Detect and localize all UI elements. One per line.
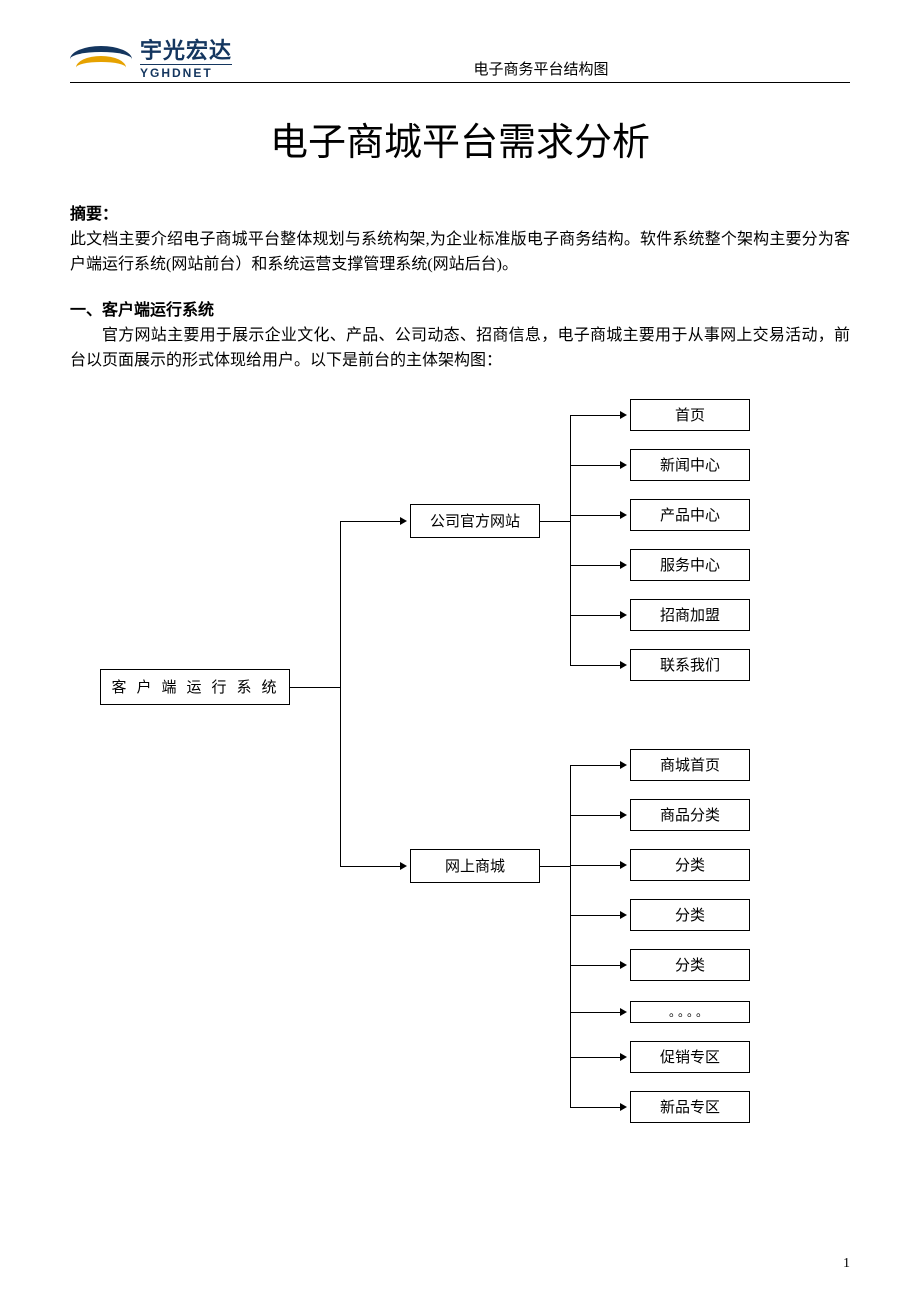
diagram-root-node: 客户端运行系统 bbox=[100, 669, 290, 705]
page-number: 1 bbox=[843, 1256, 850, 1272]
logo: 宇光宏达 YGHDNET bbox=[70, 40, 232, 80]
diagram-leaf-node: 招商加盟 bbox=[630, 599, 750, 631]
diagram-leaf-node: 服务中心 bbox=[630, 549, 750, 581]
abstract-label: 摘要： bbox=[70, 200, 850, 224]
diagram-leaf-node: 新闻中心 bbox=[630, 449, 750, 481]
diagram-leaf-node: 商城首页 bbox=[630, 749, 750, 781]
page-header: 宇光宏达 YGHDNET 电子商务平台结构图 bbox=[70, 40, 850, 83]
diagram-leaf-node: 商品分类 bbox=[630, 799, 750, 831]
diagram-leaf-node: 首页 bbox=[630, 399, 750, 431]
logo-text-en: YGHDNET bbox=[140, 64, 232, 80]
diagram-leaf-node: 。。。。 bbox=[630, 1001, 750, 1023]
diagram-leaf-node: 分类 bbox=[630, 899, 750, 931]
diagram-leaf-node: 联系我们 bbox=[630, 649, 750, 681]
architecture-diagram: 客户端运行系统 公司官方网站 网上商城 首页 新闻中心 产品中心 服务中心 招商… bbox=[100, 399, 820, 1119]
abstract-text: 此文档主要介绍电子商城平台整体规划与系统构架,为企业标准版电子商务结构。软件系统… bbox=[70, 228, 850, 278]
header-caption: 电子商务平台结构图 bbox=[232, 58, 850, 80]
diagram-mid-node: 公司官方网站 bbox=[410, 504, 540, 538]
diagram-leaf-node: 产品中心 bbox=[630, 499, 750, 531]
section1-text: 官方网站主要用于展示企业文化、产品、公司动态、招商信息，电子商城主要用于从事网上… bbox=[70, 324, 850, 374]
logo-text-cn: 宇光宏达 bbox=[140, 40, 232, 62]
diagram-mid-node: 网上商城 bbox=[410, 849, 540, 883]
document-title: 电子商城平台需求分析 bbox=[70, 111, 850, 166]
diagram-leaf-node: 分类 bbox=[630, 949, 750, 981]
logo-swoosh-icon bbox=[70, 42, 132, 78]
section1-heading: 一、客户端运行系统 bbox=[70, 296, 850, 320]
diagram-leaf-node: 新品专区 bbox=[630, 1091, 750, 1123]
diagram-leaf-node: 促销专区 bbox=[630, 1041, 750, 1073]
diagram-leaf-node: 分类 bbox=[630, 849, 750, 881]
